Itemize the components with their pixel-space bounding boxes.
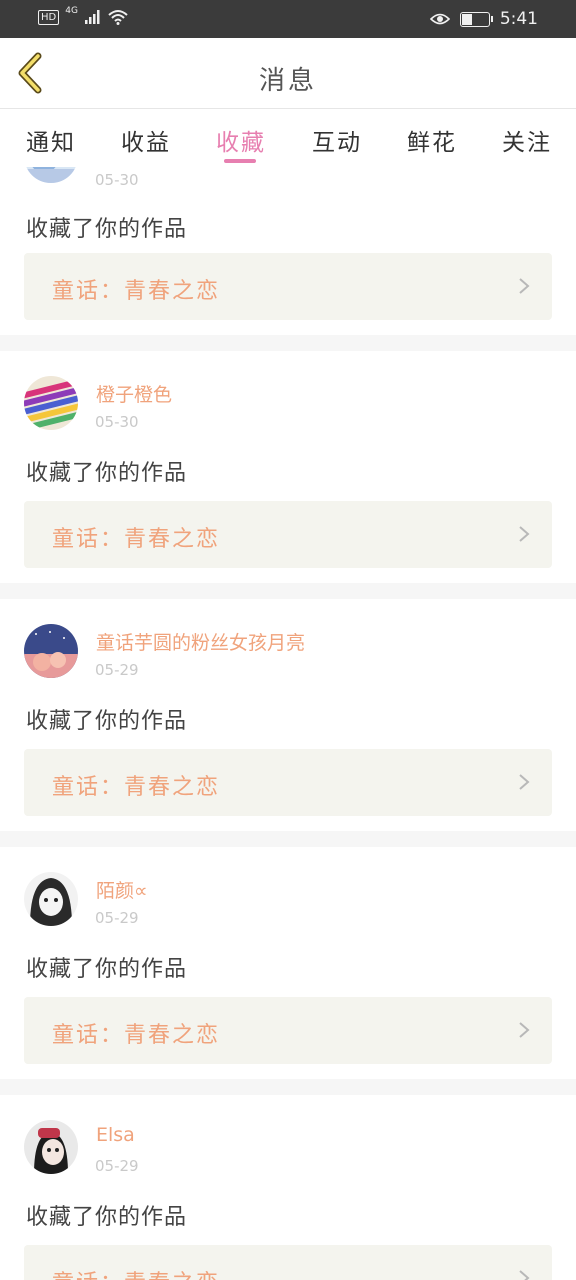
- eye-icon: [429, 13, 450, 25]
- tab-earnings[interactable]: 收益: [121, 123, 171, 157]
- chevron-right-icon: [519, 1022, 530, 1038]
- activity-text: 收藏了你的作品: [26, 1205, 188, 1230]
- tab-interactions[interactable]: 互动: [312, 123, 362, 157]
- list-item: 橙子橙色 05-30 收藏了你的作品 童话：青春之恋: [0, 351, 576, 583]
- avatar[interactable]: [24, 1120, 78, 1174]
- page-title: 消息: [258, 66, 317, 96]
- list-item: 05-30 收藏了你的作品 童话：青春之恋: [0, 167, 576, 335]
- tab-favorites[interactable]: 收藏: [216, 123, 266, 157]
- timestamp: 05-29: [95, 661, 139, 679]
- timestamp: 05-30: [95, 413, 139, 431]
- work-link[interactable]: 童话：青春之恋: [24, 1245, 552, 1280]
- favorites-feed: 05-30 收藏了你的作品 童话：青春之恋 橙子橙色 05-30 收藏了你的作品…: [0, 167, 576, 1280]
- wifi-icon: [108, 10, 128, 25]
- tab-notifications[interactable]: 通知: [26, 123, 76, 157]
- username[interactable]: 陌颜∝: [96, 876, 148, 903]
- work-title: 童话：青春之恋: [52, 279, 221, 304]
- active-tab-indicator: [224, 159, 256, 163]
- username[interactable]: 童话芋圆的粉丝女孩月亮: [96, 628, 305, 655]
- work-link[interactable]: 童话：青春之恋: [24, 997, 552, 1064]
- avatar[interactable]: [24, 167, 78, 183]
- app-header: 消息: [0, 38, 576, 109]
- hd-badge: HD: [38, 9, 60, 25]
- list-item: 童话芋圆的粉丝女孩月亮 05-29 收藏了你的作品 童话：青春之恋: [0, 599, 576, 831]
- activity-text: 收藏了你的作品: [26, 461, 188, 486]
- activity-text: 收藏了你的作品: [26, 709, 188, 734]
- work-title: 童话：青春之恋: [52, 1023, 221, 1048]
- work-link[interactable]: 童话：青春之恋: [24, 253, 552, 320]
- chevron-right-icon: [519, 526, 530, 542]
- list-item: Elsa 05-29 收藏了你的作品 童话：青春之恋: [0, 1095, 576, 1280]
- battery-icon: [459, 11, 493, 27]
- chevron-right-icon: [519, 774, 530, 790]
- timestamp: 05-29: [95, 909, 139, 927]
- work-title: 童话：青春之恋: [52, 775, 221, 800]
- tab-bar: 通知 收益 收藏 互动 鲜花 关注: [0, 109, 576, 167]
- username[interactable]: Elsa: [96, 1124, 135, 1146]
- work-title: 童话：青春之恋: [52, 1265, 220, 1280]
- network-type: 4G: [65, 6, 78, 16]
- avatar[interactable]: [24, 872, 78, 926]
- timestamp: 05-30: [95, 171, 139, 189]
- work-link[interactable]: 童话：青春之恋: [24, 749, 552, 816]
- status-bar: HD 4G 5:41: [0, 0, 576, 38]
- activity-text: 收藏了你的作品: [26, 217, 188, 242]
- clock: 5:41: [499, 9, 538, 29]
- tab-flowers[interactable]: 鲜花: [407, 123, 457, 157]
- avatar[interactable]: [24, 624, 78, 678]
- avatar[interactable]: [24, 376, 78, 430]
- work-link[interactable]: 童话：青春之恋: [24, 501, 552, 568]
- timestamp: 05-29: [95, 1157, 139, 1175]
- list-item: 陌颜∝ 05-29 收藏了你的作品 童话：青春之恋: [0, 847, 576, 1079]
- chevron-right-icon: [519, 1270, 530, 1280]
- activity-text: 收藏了你的作品: [26, 957, 188, 982]
- chevron-right-icon: [519, 278, 530, 294]
- work-title: 童话：青春之恋: [52, 527, 221, 552]
- username[interactable]: 橙子橙色: [96, 380, 172, 407]
- signal-icon: [84, 10, 100, 24]
- tab-follows[interactable]: 关注: [502, 123, 552, 157]
